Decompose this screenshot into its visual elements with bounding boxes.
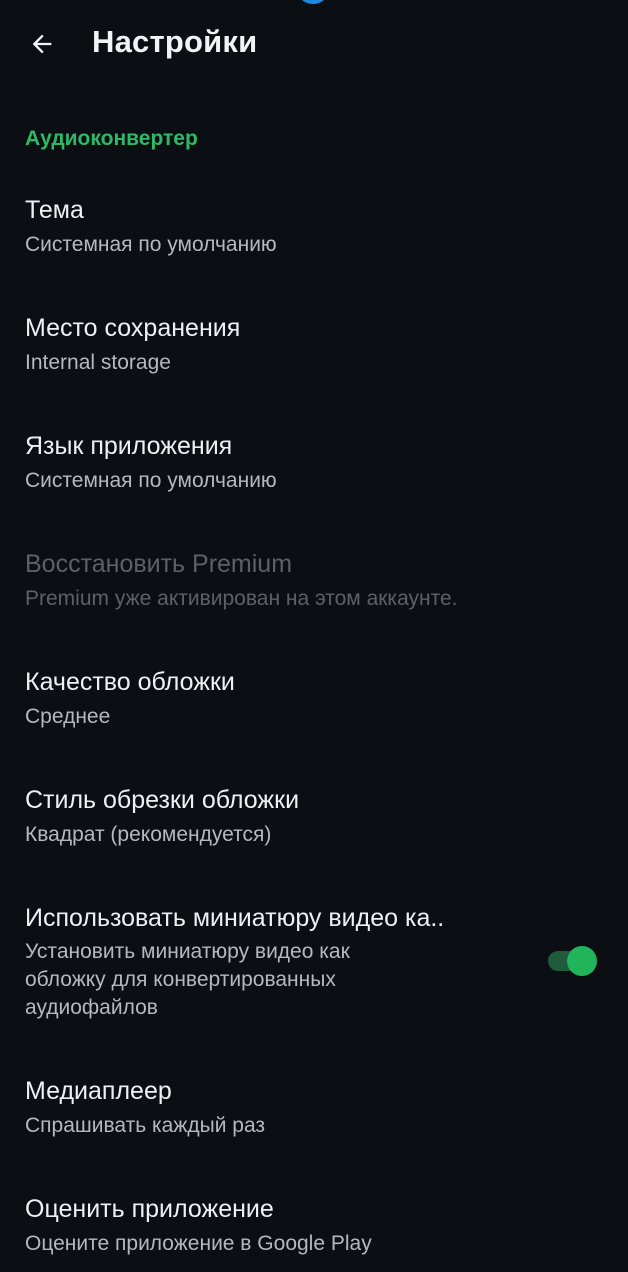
arrow-back-icon (32, 34, 52, 54)
pref-summary: Системная по умолчанию (25, 469, 277, 492)
pref-title: Место сохранения (25, 314, 241, 342)
pref-summary: Спрашивать каждый раз (25, 1114, 266, 1137)
pref-rate-app[interactable]: Оценить приложение Оцените приложение в … (0, 1177, 628, 1272)
pref-app-language[interactable]: Язык приложения Системная по умолчанию (0, 414, 628, 514)
pref-restore-premium: Восстановить Premium Premium уже активир… (0, 532, 628, 632)
app-bar: Настройки (0, 0, 628, 90)
pref-summary: Premium уже активирован на этом аккаунте… (25, 587, 458, 610)
pref-summary: Среднее (25, 705, 111, 728)
video-thumbnail-toggle[interactable] (548, 946, 598, 976)
pref-title: Язык приложения (25, 432, 233, 460)
pref-title: Оценить приложение (25, 1195, 274, 1223)
pref-summary: Оцените приложение в Google Play (25, 1232, 372, 1255)
page-title: Настройки (92, 24, 258, 59)
pref-theme[interactable]: Тема Системная по умолчанию (0, 178, 628, 278)
pref-summary-line: обложку для конвертированных (25, 968, 336, 991)
pref-cover-quality[interactable]: Качество обложки Среднее (0, 650, 628, 750)
pref-save-location[interactable]: Место сохранения Internal storage (0, 296, 628, 396)
pref-media-player[interactable]: Медиаплеер Спрашивать каждый раз (0, 1059, 628, 1159)
back-button[interactable] (20, 22, 64, 66)
pref-cover-crop-style[interactable]: Стиль обрезки обложки Квадрат (рекоменду… (0, 768, 628, 868)
pref-title: Использовать миниатюру видео ка.. (25, 904, 445, 932)
pref-summary: Квадрат (рекомендуется) (25, 823, 272, 846)
pref-summary: Системная по умолчанию (25, 233, 277, 256)
toggle-thumb (567, 946, 597, 976)
pref-title: Восстановить Premium (25, 550, 293, 578)
pref-summary-line: аудиофайлов (25, 996, 158, 1019)
pref-summary: Internal storage (25, 351, 171, 374)
pref-title: Тема (25, 196, 84, 224)
pref-title: Качество обложки (25, 668, 235, 696)
pref-summary-line: Установить миниатюру видео как (25, 940, 350, 963)
pref-use-video-thumbnail[interactable]: Использовать миниатюру видео ка.. Устано… (0, 886, 628, 1042)
pref-title: Стиль обрезки обложки (25, 786, 300, 814)
section-header-audioconverter: Аудиоконвертер (25, 127, 198, 150)
pref-title: Медиаплеер (25, 1077, 172, 1105)
